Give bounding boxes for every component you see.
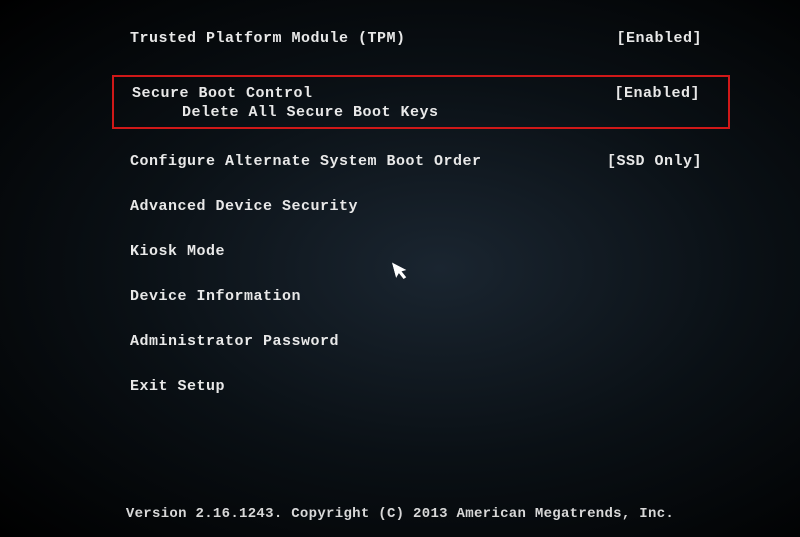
secure-boot-sublabel[interactable]: Delete All Secure Boot Keys [132,104,439,121]
tpm-label: Trusted Platform Module (TPM) [130,30,406,47]
menu-item-exit-setup[interactable]: Exit Setup [0,378,800,395]
menu-item-tpm[interactable]: Trusted Platform Module (TPM) [Enabled] [0,30,800,47]
highlighted-secure-boot: Secure Boot Control Delete All Secure Bo… [112,75,730,129]
boot-order-value: [SSD Only] [607,153,702,170]
menu-item-boot-order[interactable]: Configure Alternate System Boot Order [S… [0,153,800,170]
exit-setup-label: Exit Setup [130,378,225,395]
tpm-value: [Enabled] [616,30,702,47]
secure-boot-label: Secure Boot Control [132,85,439,102]
menu-item-kiosk-mode[interactable]: Kiosk Mode [0,243,800,260]
footer-text: Version 2.16.1243. Copyright (C) 2013 Am… [126,506,674,522]
device-info-label: Device Information [130,288,301,305]
secure-boot-value: [Enabled] [614,85,700,102]
advanced-security-label: Advanced Device Security [130,198,358,215]
admin-password-label: Administrator Password [130,333,339,350]
boot-order-label: Configure Alternate System Boot Order [130,153,482,170]
cursor-icon [392,258,414,287]
menu-item-secure-boot[interactable]: Secure Boot Control Delete All Secure Bo… [114,85,728,121]
kiosk-mode-label: Kiosk Mode [130,243,225,260]
menu-item-advanced-security[interactable]: Advanced Device Security [0,198,800,215]
menu-item-admin-password[interactable]: Administrator Password [0,333,800,350]
menu-item-device-info[interactable]: Device Information [0,288,800,305]
bios-footer: Version 2.16.1243. Copyright (C) 2013 Am… [0,506,800,522]
bios-menu-container: Trusted Platform Module (TPM) [Enabled] … [0,0,800,537]
secure-boot-label-group: Secure Boot Control Delete All Secure Bo… [132,85,439,121]
